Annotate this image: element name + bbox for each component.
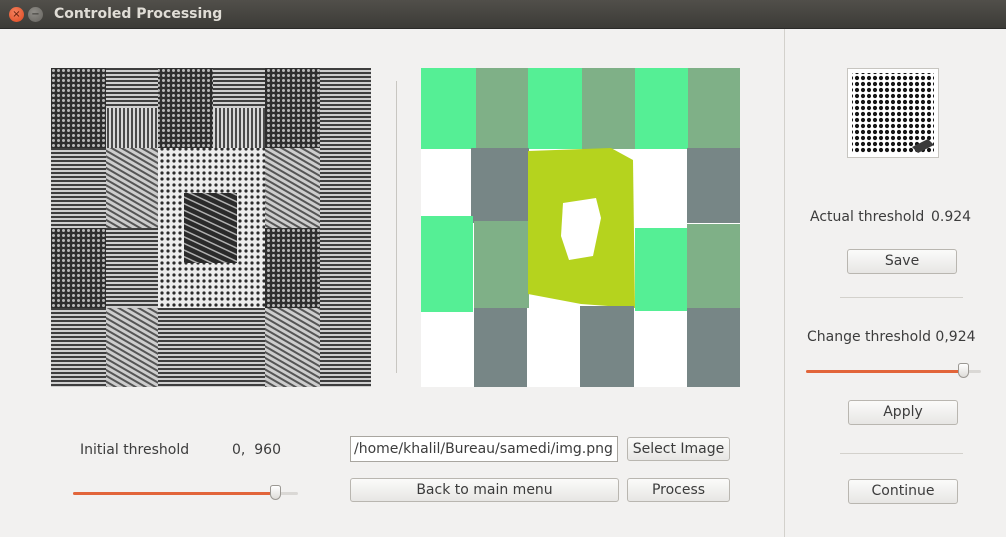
continue-button[interactable]: Continue xyxy=(848,479,958,504)
select-image-button[interactable]: Select Image xyxy=(627,437,730,461)
input-texture-image xyxy=(51,68,371,387)
save-button[interactable]: Save xyxy=(847,249,957,274)
initial-threshold-label: Initial threshold xyxy=(80,442,190,458)
slider-fill xyxy=(806,370,963,373)
slider-fill xyxy=(73,492,275,495)
back-to-main-menu-button[interactable]: Back to main menu xyxy=(350,478,619,502)
separator xyxy=(840,297,963,298)
process-button[interactable]: Process xyxy=(627,478,730,502)
close-window-button[interactable]: × xyxy=(9,7,24,22)
slider-handle[interactable] xyxy=(270,485,281,500)
actual-threshold-value: 0.924 xyxy=(931,209,972,225)
main-panel: Initial threshold 0, 960 /home/khalil/Bu… xyxy=(0,29,784,537)
result-image-view xyxy=(421,68,740,387)
segmentation-result-image xyxy=(421,68,740,387)
image-path-field[interactable]: /home/khalil/Bureau/samedi/img.png xyxy=(350,436,618,462)
window-title: Controled Processing xyxy=(54,6,223,22)
apply-button[interactable]: Apply xyxy=(848,400,958,425)
initial-threshold-slider[interactable] xyxy=(73,485,298,503)
input-image-view xyxy=(51,68,371,387)
image-divider xyxy=(396,81,397,373)
slider-handle[interactable] xyxy=(958,363,969,378)
actual-threshold-label: Actual threshold xyxy=(810,209,925,225)
right-panel: Actual threshold 0.924 Save Change thres… xyxy=(784,29,1006,537)
separator xyxy=(840,453,963,454)
change-threshold-label: Change threshold 0,924 xyxy=(807,329,976,345)
minimize-window-button[interactable]: − xyxy=(28,7,43,22)
texture-thumbnail xyxy=(852,73,934,153)
change-threshold-slider[interactable] xyxy=(806,363,981,381)
title-bar: × − Controled Processing xyxy=(0,0,1006,29)
texture-preview xyxy=(847,68,939,158)
initial-threshold-value: 0, 960 xyxy=(232,442,281,458)
